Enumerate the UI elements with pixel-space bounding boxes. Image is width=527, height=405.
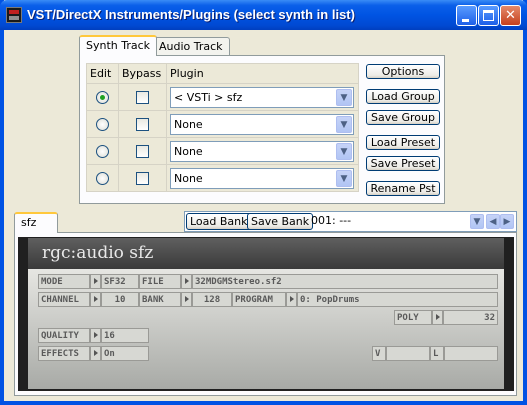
mode-value[interactable]: SF32 [101, 274, 139, 289]
close-icon: ✕ [505, 8, 516, 23]
load-group-button[interactable]: Load Group [366, 89, 440, 104]
bank-arrow-icon[interactable] [181, 292, 192, 307]
bypass-checkbox-3[interactable] [136, 144, 149, 158]
save-group-button[interactable]: Save Group [366, 110, 440, 125]
v-label: V [372, 346, 386, 361]
file-label: FILE [139, 274, 181, 289]
chevron-right-icon[interactable]: ▶ [500, 214, 514, 229]
plugin-select-value: < VSTi > sfz [174, 90, 243, 104]
bank-label: BANK [139, 292, 181, 307]
table-row: < VSTi > sfz ▼ [86, 83, 359, 111]
mode-arrow-icon[interactable] [90, 274, 101, 289]
mode-label: MODE [38, 274, 90, 289]
table-row: None ▼ [86, 164, 359, 192]
edit-radio-1[interactable] [96, 90, 109, 104]
program-arrow-icon[interactable] [286, 292, 297, 307]
effects-row: EFFECTS On V L [38, 346, 498, 361]
tab-audio-track[interactable]: Audio Track [152, 37, 230, 56]
tab-synth-track[interactable]: Synth Track [79, 35, 158, 56]
sfz-editor: rgc:audio sfz MODE SF32 FILE 32MDGMStere… [18, 237, 514, 391]
l-label: L [430, 346, 444, 361]
bypass-checkbox-4[interactable] [136, 171, 149, 185]
sfz-logo: rgc:audio sfz [28, 238, 504, 269]
edit-radio-3[interactable] [96, 144, 109, 158]
effects-arrow-icon[interactable] [90, 346, 101, 361]
save-preset-button[interactable]: Save Preset [366, 156, 440, 171]
title-bar[interactable]: VST/DirectX Instruments/Plugins (select … [0, 0, 527, 30]
save-bank-button[interactable]: Save Bank [247, 213, 314, 230]
quality-value[interactable]: 16 [101, 328, 149, 343]
channel-row: CHANNEL 10 BANK 128 PROGRAM 0: PopDrums [38, 292, 498, 307]
plugin-select-4[interactable]: None ▼ [170, 167, 354, 189]
quality-arrow-icon[interactable] [90, 328, 101, 343]
maximize-button[interactable] [478, 5, 499, 26]
minimize-icon [462, 19, 469, 22]
plugin-select-value: None [174, 144, 203, 158]
table-row: None ▼ [86, 137, 359, 165]
app-icon [6, 7, 22, 23]
program-value[interactable]: 0: PopDrums [297, 292, 498, 307]
channel-arrow-icon[interactable] [90, 292, 101, 307]
plugin-select-2[interactable]: None ▼ [170, 113, 354, 135]
effects-value[interactable]: On [101, 346, 149, 361]
plugin-select-1[interactable]: < VSTi > sfz ▼ [170, 86, 354, 108]
plugin-select-3[interactable]: None ▼ [170, 140, 354, 162]
program-label: PROGRAM [232, 292, 286, 307]
chevron-down-icon[interactable]: ▼ [336, 142, 352, 160]
chevron-left-icon[interactable]: ◀ [486, 214, 500, 229]
plugin-select-value: None [174, 117, 203, 131]
edit-radio-4[interactable] [96, 171, 109, 185]
effects-label: EFFECTS [38, 346, 90, 361]
load-preset-button[interactable]: Load Preset [366, 135, 440, 150]
bank-select-value[interactable]: 001: --- [311, 214, 351, 227]
plugin-select-value: None [174, 171, 203, 185]
minimize-button[interactable] [456, 5, 477, 26]
load-bank-button[interactable]: Load Bank [186, 213, 252, 230]
channel-value[interactable]: 10 [101, 292, 139, 307]
tab-sfz[interactable]: sfz [14, 212, 58, 233]
poly-label: POLY [394, 310, 432, 325]
quality-label: QUALITY [38, 328, 90, 343]
bank-bar: Load Bank Save Bank 001: --- ▼ ◀ ▶ [184, 211, 517, 232]
quality-row: QUALITY 16 [38, 328, 498, 343]
bypass-header: Bypass [118, 63, 167, 84]
rename-preset-button[interactable]: Rename Pst [366, 181, 440, 196]
poly-arrow-icon[interactable] [432, 310, 443, 325]
edit-radio-2[interactable] [96, 117, 109, 131]
chevron-down-icon[interactable]: ▼ [336, 115, 352, 133]
bank-value[interactable]: 128 [192, 292, 232, 307]
chevron-down-icon[interactable]: ▼ [336, 169, 352, 187]
options-button[interactable]: Options [366, 64, 440, 79]
maximize-icon [483, 10, 494, 21]
poly-value[interactable]: 32 [443, 310, 498, 325]
close-button[interactable]: ✕ [500, 5, 521, 26]
file-arrow-icon[interactable] [181, 274, 192, 289]
l-meter [444, 346, 498, 361]
plugin-header: Plugin [166, 63, 359, 84]
chevron-down-icon[interactable]: ▼ [470, 214, 484, 229]
file-value[interactable]: 32MDGMStereo.sf2 [192, 274, 498, 289]
poly-row: POLY 32 [38, 310, 498, 325]
chevron-down-icon[interactable]: ▼ [336, 88, 352, 106]
edit-header: Edit [86, 63, 119, 84]
bypass-checkbox-1[interactable] [136, 90, 149, 104]
plugin-table: Edit Bypass Plugin < VSTi > sfz ▼ None ▼ N… [86, 63, 359, 192]
channel-label: CHANNEL [38, 292, 90, 307]
bypass-checkbox-2[interactable] [136, 117, 149, 131]
mode-file-row: MODE SF32 FILE 32MDGMStereo.sf2 [38, 274, 498, 289]
window-title: VST/DirectX Instruments/Plugins (select … [27, 7, 355, 22]
sfz-body: MODE SF32 FILE 32MDGMStereo.sf2 CHANNEL … [28, 269, 504, 389]
v-meter [386, 346, 430, 361]
table-row: None ▼ [86, 110, 359, 138]
